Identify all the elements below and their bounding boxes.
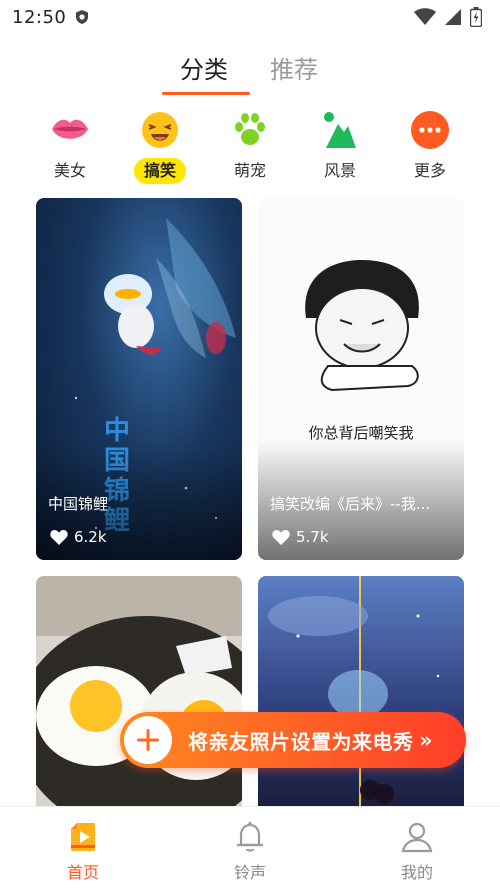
- profile-icon: [401, 822, 433, 853]
- promo-label: 将亲友照片设置为来电秀: [188, 729, 414, 754]
- card-likes: 6.2k: [50, 528, 107, 546]
- signal-icon: [445, 9, 461, 25]
- plus-icon: [124, 716, 172, 764]
- nav-ringtone[interactable]: 铃声: [205, 819, 295, 883]
- laughing-face-icon: [138, 108, 182, 152]
- category-row: 美女 搞笑 萌宠 风景 更多: [0, 108, 500, 188]
- bottom-nav: 首页 铃声 我的: [0, 806, 500, 888]
- category-label: 搞笑: [133, 158, 186, 184]
- category-funny[interactable]: 搞笑: [120, 108, 200, 184]
- category-pets[interactable]: 萌宠: [210, 108, 290, 184]
- category-label: 萌宠: [233, 161, 266, 180]
- top-tabs: 分类 推荐: [0, 46, 500, 98]
- nav-home[interactable]: 首页: [38, 819, 128, 883]
- card-thumbnail: [36, 576, 242, 808]
- double-chevron-right-icon: »: [419, 728, 433, 752]
- video-card[interactable]: [36, 576, 242, 808]
- nav-profile[interactable]: 我的: [372, 819, 462, 883]
- category-more[interactable]: 更多: [390, 108, 470, 184]
- tab-recommend[interactable]: 推荐: [270, 50, 318, 85]
- category-beauty[interactable]: 美女: [30, 108, 110, 184]
- bell-icon: [237, 821, 263, 852]
- card-likes: 5.7k: [272, 528, 329, 546]
- video-card[interactable]: 中国锦鲤 中国锦鲤 6.2k: [36, 198, 242, 560]
- card-title: 中国锦鲤: [48, 495, 109, 513]
- active-tab-indicator: [162, 92, 250, 95]
- paw-icon: [228, 108, 272, 152]
- shield-icon: [76, 10, 89, 24]
- more-icon: [408, 108, 452, 152]
- card-likes-count: 5.7k: [296, 528, 329, 546]
- heart-icon: [272, 530, 290, 545]
- card-title: 搞笑改编《后来》--我...: [270, 495, 431, 513]
- mountain-icon: [318, 108, 362, 152]
- wifi-icon: [414, 8, 436, 25]
- category-label: 风景: [323, 161, 356, 180]
- tab-category[interactable]: 分类: [180, 50, 228, 85]
- card-likes-count: 6.2k: [74, 528, 107, 546]
- status-bar: 12:50: [0, 0, 500, 34]
- set-caller-show-button[interactable]: 将亲友照片设置为来电秀 »: [120, 712, 466, 768]
- status-time: 12:50: [12, 6, 67, 28]
- category-scenery[interactable]: 风景: [300, 108, 380, 184]
- video-card[interactable]: [258, 576, 464, 808]
- nav-label: 首页: [66, 863, 99, 882]
- nav-label: 铃声: [233, 863, 266, 882]
- lips-icon: [48, 108, 92, 152]
- heart-icon: [50, 530, 68, 545]
- video-card[interactable]: 你总背后嘲笑我 搞笑改编《后来》--我... 5.7k: [258, 198, 464, 560]
- category-label: 美女: [53, 161, 86, 180]
- category-label: 更多: [413, 161, 446, 180]
- card-thumbnail: [268, 576, 440, 808]
- nav-label: 我的: [400, 863, 433, 882]
- home-play-icon: [71, 823, 95, 851]
- battery-icon: [470, 7, 482, 27]
